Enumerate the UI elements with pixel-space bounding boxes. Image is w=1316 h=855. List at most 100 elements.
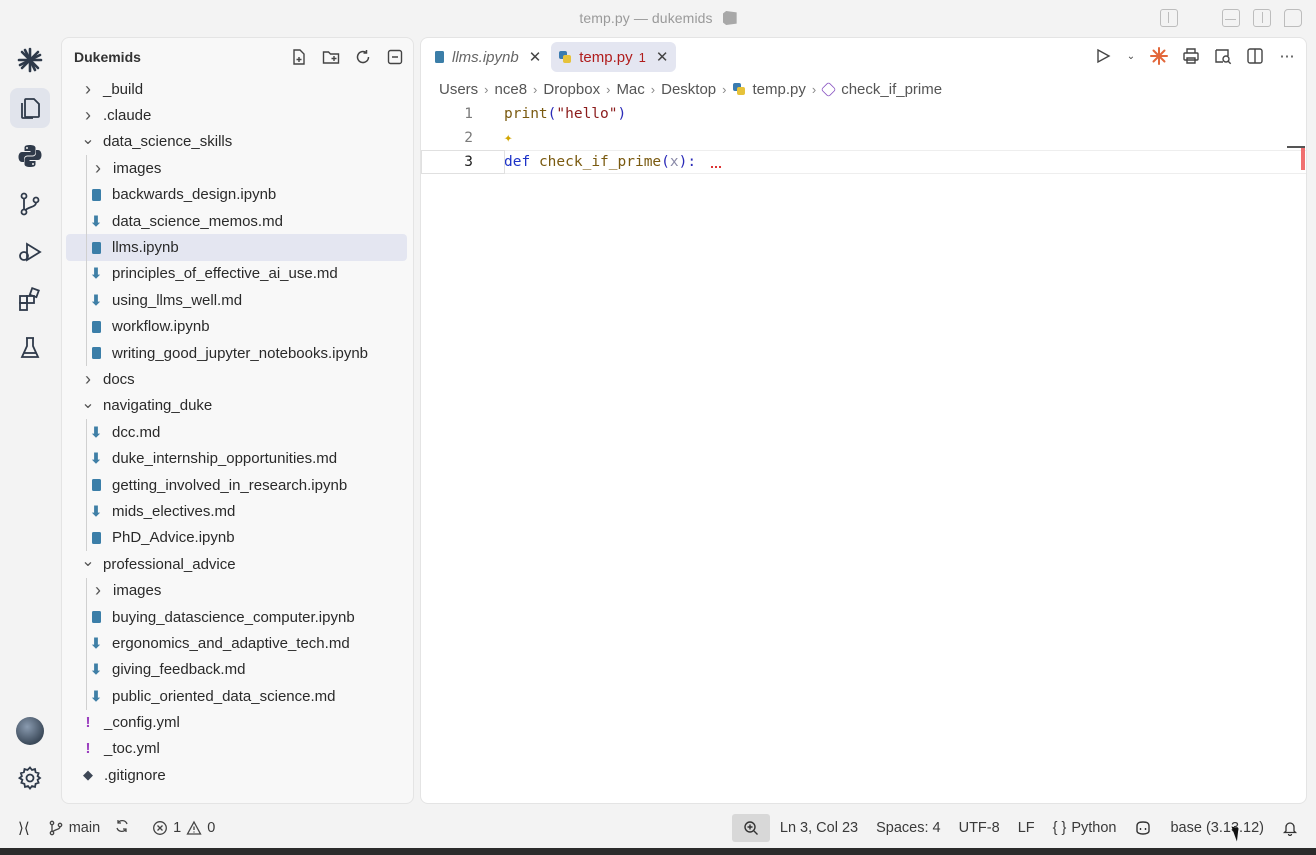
account-avatar[interactable] — [10, 711, 50, 751]
breadcrumb-symbol[interactable]: check_if_prime — [820, 81, 942, 98]
settings-gear-icon[interactable] — [10, 758, 50, 798]
print-icon[interactable] — [1182, 46, 1200, 66]
sparkle-icon[interactable]: ✦ — [504, 130, 512, 146]
file-item[interactable]: ⬇ data_science_memos.md — [62, 208, 413, 234]
folder-item[interactable]: ⌄ navigating_duke — [62, 393, 413, 419]
tree-item-label: professional_advice — [103, 555, 236, 573]
error-count: 1 — [173, 820, 182, 836]
file-item[interactable]: PhD_Advice.ipynb — [62, 525, 413, 551]
file-item[interactable]: ⬇ giving_feedback.md — [62, 657, 413, 683]
remote-indicator-icon[interactable]: ⟩⟨ — [18, 819, 30, 837]
claude-icon[interactable] — [10, 40, 50, 80]
markdown-icon: ⬇ — [90, 661, 102, 678]
toggle-panel-icon[interactable] — [1222, 9, 1240, 27]
folder-item[interactable]: › images — [62, 155, 413, 181]
new-folder-icon[interactable] — [321, 47, 341, 67]
explorer-icon[interactable] — [10, 88, 50, 128]
tab-llms-ipynb[interactable]: llms.ipynb ✕ — [427, 42, 549, 72]
tree-item-label: _toc.yml — [104, 740, 160, 758]
git-branch-icon — [49, 820, 63, 836]
close-icon[interactable]: ✕ — [656, 48, 669, 66]
chevron-right-icon: › — [85, 78, 91, 99]
file-item[interactable]: backwards_design.ipynb — [62, 182, 413, 208]
tree-item-label: workflow.ipynb — [112, 318, 210, 336]
current-line-highlight — [421, 150, 505, 174]
code-editor[interactable]: 1 print("hello") 2 ✦ 3 def check_if_prim… — [421, 102, 1306, 174]
collapse-all-icon[interactable] — [385, 47, 405, 67]
code-line-2[interactable]: 2 ✦ — [421, 126, 1306, 150]
notebook-icon — [90, 241, 102, 254]
file-item[interactable]: workflow.ipynb — [62, 314, 413, 340]
file-item[interactable]: ⬇ public_oriented_data_science.md — [62, 683, 413, 709]
file-item[interactable]: ! _config.yml — [62, 709, 413, 735]
file-item[interactable]: ⬇ duke_internship_opportunities.md — [62, 445, 413, 471]
source-control-icon[interactable] — [10, 184, 50, 224]
file-item[interactable]: ⬇ ergonomics_and_adaptive_tech.md — [62, 630, 413, 656]
cursor-position[interactable]: Ln 3, Col 23 — [780, 820, 858, 836]
breadcrumb-dropbox[interactable]: Dropbox — [543, 81, 600, 98]
python-icon[interactable] — [10, 136, 50, 176]
tree-item-label: giving_feedback.md — [112, 661, 246, 679]
problems-indicator[interactable]: 1 0 — [152, 820, 215, 836]
file-item[interactable]: ! _toc.yml — [62, 736, 413, 762]
zoom-icon[interactable] — [731, 814, 770, 842]
chevron-right-icon: › — [85, 368, 91, 389]
customize-layout-icon[interactable] — [1160, 9, 1178, 27]
refresh-icon[interactable] — [353, 47, 373, 67]
testing-icon[interactable] — [10, 328, 50, 368]
chat-icon[interactable] — [1284, 9, 1302, 27]
code-token: ( — [547, 106, 557, 122]
breadcrumb-users[interactable]: Users — [439, 81, 478, 98]
end-of-line[interactable]: LF — [1018, 820, 1035, 836]
toggle-secondary-sidebar-icon[interactable] — [1253, 9, 1271, 27]
more-actions-icon[interactable]: ⋯ — [1278, 46, 1296, 66]
folder-item[interactable]: › docs — [62, 366, 413, 392]
breadcrumb-desktop[interactable]: Desktop — [661, 81, 716, 98]
tree-item-label: ergonomics_and_adaptive_tech.md — [112, 634, 350, 652]
file-item[interactable]: getting_involved_in_research.ipynb — [62, 472, 413, 498]
new-file-icon[interactable] — [289, 47, 309, 67]
folder-item[interactable]: › .claude — [62, 102, 413, 128]
open-preview-icon[interactable] — [1214, 46, 1232, 66]
file-item[interactable]: ⬇ principles_of_effective_ai_use.md — [62, 261, 413, 287]
language-mode[interactable]: { } Python — [1053, 820, 1117, 836]
claude-code-icon[interactable] — [1150, 46, 1168, 66]
chevron-right-icon: › — [606, 81, 611, 97]
run-dropdown-chevron-icon[interactable]: ⌄ — [1126, 46, 1136, 66]
file-item[interactable]: writing_good_jupyter_notebooks.ipynb — [62, 340, 413, 366]
breadcrumb-file[interactable]: temp.py — [732, 81, 806, 98]
breadcrumb-mac[interactable]: Mac — [616, 81, 644, 98]
branch-indicator[interactable]: main — [48, 820, 100, 836]
python-environment[interactable]: base (3.13.12) — [1170, 820, 1264, 836]
tree-item-label: public_oriented_data_science.md — [112, 687, 336, 705]
indentation[interactable]: Spaces: 4 — [876, 820, 941, 836]
file-item[interactable]: ⬇ using_llms_well.md — [62, 287, 413, 313]
line-number: 2 — [464, 130, 473, 146]
code-line-3[interactable]: 3 def check_if_prime(x): — [421, 150, 1306, 174]
copilot-icon[interactable] — [1134, 820, 1152, 836]
split-editor-icon[interactable] — [1246, 46, 1264, 66]
file-item[interactable]: llms.ipynb — [66, 234, 407, 261]
code-line-1[interactable]: 1 print("hello") — [421, 102, 1306, 126]
run-debug-icon[interactable] — [10, 232, 50, 272]
error-overview-marker — [1301, 146, 1305, 170]
file-item[interactable]: ⬇ dcc.md — [62, 419, 413, 445]
file-item[interactable]: ⬇ mids_electives.md — [62, 498, 413, 524]
file-item[interactable]: ◆ .gitignore — [62, 762, 413, 788]
folder-item[interactable]: ⌄ data_science_skills — [62, 129, 413, 155]
extensions-icon[interactable] — [10, 280, 50, 320]
run-python-file-icon[interactable] — [1094, 46, 1112, 66]
folder-item[interactable]: › _build — [62, 76, 413, 102]
encoding[interactable]: UTF-8 — [959, 820, 1000, 836]
sync-icon[interactable] — [114, 818, 130, 838]
cursor-overview-marker — [1287, 146, 1305, 148]
file-item[interactable]: buying_datascience_computer.ipynb — [62, 604, 413, 630]
breadcrumb-nce8[interactable]: nce8 — [495, 81, 528, 98]
folder-item[interactable]: ⌄ professional_advice — [62, 551, 413, 577]
close-icon[interactable]: ✕ — [529, 48, 542, 66]
notebook-icon — [90, 479, 102, 492]
notebook-icon — [90, 531, 102, 544]
notifications-bell-icon[interactable] — [1282, 820, 1298, 836]
tab-temp-py[interactable]: temp.py 1 ✕ — [551, 42, 677, 72]
folder-item[interactable]: › images — [62, 577, 413, 603]
